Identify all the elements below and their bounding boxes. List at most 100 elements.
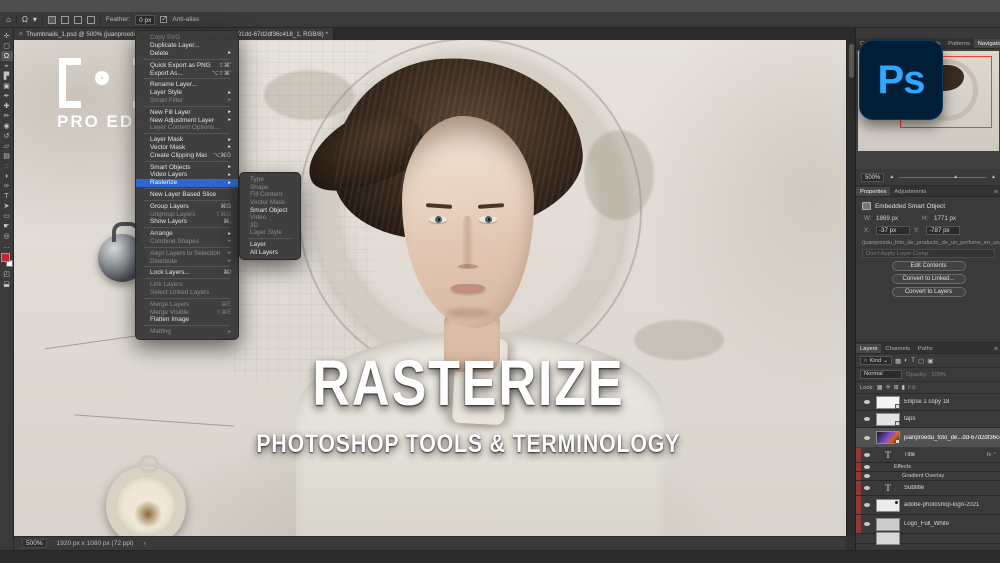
chevron-down-icon[interactable]: ▾ (33, 16, 37, 24)
gradient-tool[interactable]: ▤ (1, 151, 13, 161)
layer-row[interactable] (856, 534, 1000, 544)
lock-position-icon[interactable]: ⊞ (894, 384, 899, 391)
color-swatches[interactable] (1, 253, 13, 267)
layer-row-ellipse-1-copy-18[interactable]: Ellipse 1 copy 18 (856, 394, 1000, 411)
frame-tool[interactable]: ▣ (1, 81, 13, 91)
eraser-tool[interactable]: ▱ (1, 141, 13, 151)
menu-item-group-layers[interactable]: Group Layers⌘G (136, 202, 238, 210)
more-tools[interactable]: … (1, 241, 13, 251)
convert-to-layers-button[interactable]: Convert to Layers (892, 287, 966, 297)
shape-tool[interactable]: ▭ (1, 211, 13, 221)
layer-visibility-toggle[interactable] (861, 522, 872, 526)
layer-thumbnail[interactable] (876, 518, 900, 531)
blend-mode-select[interactable]: Normal (860, 370, 902, 379)
tab-patterns[interactable]: Patterns (944, 39, 974, 48)
pen-tool[interactable]: ✑ (1, 181, 13, 191)
layer-thumbnail[interactable] (876, 413, 900, 426)
crop-tool[interactable]: ▛ (1, 71, 13, 81)
menu-item-layer-style[interactable]: Layer Style▸ (136, 89, 238, 97)
menu-item-quick-export-as-png[interactable]: Quick Export as PNG⇧⌘' (136, 61, 238, 69)
filter-type-icon[interactable]: T (911, 357, 915, 365)
menu-item-layer-mask[interactable]: Layer Mask▸ (136, 136, 238, 144)
tab-navigator[interactable]: Navigator (974, 39, 1000, 48)
kind-filter-select[interactable]: ○ Kind ⌄ (860, 356, 892, 365)
layer-comp-select[interactable]: Don't Apply Layer Comp (862, 249, 995, 258)
selection-subtract-icon[interactable] (74, 16, 82, 24)
menu-item-video-layers[interactable]: Video Layers▸ (136, 171, 238, 179)
feather-input[interactable]: 0 px (135, 15, 155, 25)
layer-thumbnail[interactable] (876, 532, 900, 545)
selection-add-icon[interactable] (61, 16, 69, 24)
menu-item-arrange[interactable]: Arrange▸ (136, 230, 238, 238)
panel-menu-icon[interactable]: ≡ (991, 189, 1000, 196)
type-tool[interactable]: T (1, 191, 13, 201)
layer-visibility-toggle[interactable] (861, 474, 872, 478)
eyedropper-tool[interactable]: ✒ (1, 91, 13, 101)
menu-item-smart-object[interactable]: Smart Object (240, 206, 300, 214)
zoom-out-icon[interactable]: ▲ (889, 174, 894, 180)
layer-visibility-toggle[interactable] (861, 465, 872, 469)
menu-item-lock-layers[interactable]: Lock Layers...⌘/ (136, 269, 238, 277)
zoom-slider-thumb[interactable]: ▲ (953, 174, 958, 180)
hand-tool[interactable]: ☛ (1, 221, 13, 231)
menu-item-new-layer-based-slice[interactable]: New Layer Based Slice (136, 191, 238, 199)
lock-pixels-icon[interactable]: ✛ (886, 384, 891, 391)
canvas-vertical-scrollbar[interactable] (846, 40, 855, 536)
menu-item-create-clipping-mask[interactable]: Create Clipping Mask⌥⌘G (136, 151, 238, 159)
quick-mask-mode[interactable]: ◰ (1, 269, 13, 279)
menu-item-all-layers[interactable]: All Layers (240, 248, 300, 256)
menu-item-vector-mask[interactable]: Vector Mask▸ (136, 144, 238, 152)
layer-visibility-toggle[interactable] (861, 486, 872, 490)
menu-item-new-fill-layer[interactable]: New Fill Layer▸ (136, 108, 238, 116)
layer-visibility-toggle[interactable] (861, 503, 872, 507)
layer-row-effects[interactable]: Effects (856, 463, 1000, 472)
foreground-color-swatch[interactable] (1, 253, 10, 262)
menu-item-show-layers[interactable]: Show Layers⌘, (136, 218, 238, 226)
tab-adjustments[interactable]: Adjustments (890, 187, 930, 196)
lasso-tool[interactable]: Ω (1, 51, 13, 61)
scrollbar-thumb[interactable] (849, 44, 854, 78)
y-input[interactable]: -787 px (926, 226, 960, 235)
status-zoom-input[interactable]: 500% (22, 539, 47, 548)
healing-brush-tool[interactable]: ✚ (1, 101, 13, 111)
history-brush-tool[interactable]: ↺ (1, 131, 13, 141)
blur-tool[interactable]: ◌ (1, 161, 13, 171)
marquee-tool[interactable]: ▢ (1, 41, 13, 51)
convert-to-linked-button[interactable]: Convert to Linked... (892, 274, 966, 284)
navigator-zoom-slider[interactable]: ▲ (899, 177, 986, 178)
layer-row-title[interactable]: TTitlefx ⌃ (856, 448, 1000, 463)
layer-thumbnail[interactable] (876, 431, 900, 444)
dodge-tool[interactable]: ◖ (1, 171, 13, 181)
menu-item-smart-objects[interactable]: Smart Objects▸ (136, 163, 238, 171)
navigator-zoom-value[interactable]: 500% (861, 173, 884, 182)
menu-item-rasterize[interactable]: Rasterize▸ (136, 179, 238, 187)
filter-adjustment-icon[interactable]: ◐ (904, 357, 908, 365)
selection-intersect-icon[interactable] (87, 16, 95, 24)
lock-all-icon[interactable]: ▮ (902, 384, 905, 391)
zoom-in-icon[interactable]: ▲ (991, 174, 996, 180)
clone-stamp-tool[interactable]: ◉ (1, 121, 13, 131)
menu-item-flatten-image[interactable]: Flatten Image (136, 316, 238, 324)
filter-shape-icon[interactable]: ▢ (918, 357, 924, 365)
menu-item-delete[interactable]: Delete▸ (136, 50, 238, 58)
selection-new-icon[interactable] (48, 16, 56, 24)
path-select-tool[interactable]: ➤ (1, 201, 13, 211)
layer-row-subtitle[interactable]: TSubtitle (856, 481, 1000, 496)
quick-selection-tool[interactable]: ⌖ (1, 61, 13, 71)
layer-row-gradient-overlay[interactable]: Gradient Overlay (856, 472, 1000, 481)
layer-row-adobe-photoshop-logo-2021[interactable]: adobe-photoshop-logo-2021 (856, 496, 1000, 515)
brush-tool[interactable]: ✏ (1, 111, 13, 121)
edit-contents-button[interactable]: Edit Contents (892, 261, 966, 271)
layer-visibility-toggle[interactable] (861, 400, 872, 404)
tab-channels[interactable]: Channels (881, 344, 914, 353)
layer-thumbnail[interactable] (876, 396, 900, 409)
status-chevron-icon[interactable]: › (144, 540, 146, 547)
lock-transparency-icon[interactable]: ▦ (877, 384, 883, 391)
filter-pixel-icon[interactable]: ▦ (895, 357, 901, 365)
anti-alias-checkbox[interactable] (160, 16, 167, 23)
menu-item-layer[interactable]: Layer (240, 241, 300, 249)
layer-thumbnail[interactable] (876, 499, 900, 512)
filter-smart-object-icon[interactable]: ▣ (927, 357, 933, 365)
menu-item-new-adjustment-layer[interactable]: New Adjustment Layer▸ (136, 116, 238, 124)
close-tab-icon[interactable]: × (19, 31, 23, 38)
